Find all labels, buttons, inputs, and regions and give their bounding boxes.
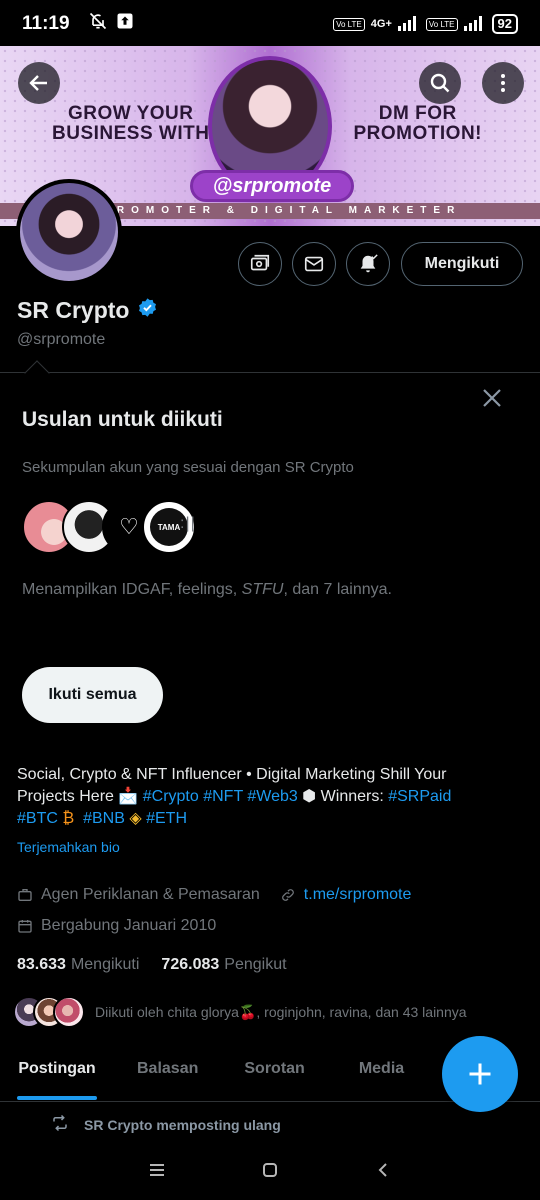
back-nav-icon[interactable] <box>374 1161 392 1184</box>
profile-name: SR Crypto <box>17 297 130 323</box>
tab-media[interactable]: Media <box>359 1046 404 1102</box>
banner-right-line1: DM FOR <box>378 103 457 124</box>
calendar-icon <box>17 918 33 934</box>
home-icon[interactable] <box>261 1161 279 1184</box>
profile-avatar[interactable] <box>16 179 122 285</box>
suggestions-caret <box>24 360 50 386</box>
hashtag-link[interactable]: #Web3 <box>247 788 297 805</box>
system-navigation-bar <box>0 1144 540 1200</box>
active-tab-indicator <box>17 1096 97 1100</box>
close-icon <box>483 389 501 407</box>
following-count: 83.633 <box>17 956 66 973</box>
tab-label: Balasan <box>137 1060 199 1077</box>
suggested-accounts-avatars[interactable]: ♡ TAMA <box>22 500 196 554</box>
followers-label: Pengikut <box>224 956 287 973</box>
banner-right-text: DM FOR PROMOTION! <box>354 104 483 144</box>
profile-meta-row: Agen Periklanan & Pemasaran t.me/srpromo… <box>17 886 411 904</box>
tab-balasan[interactable]: Balasan <box>137 1046 198 1102</box>
suggestions-top-divider <box>0 372 540 373</box>
profile-stats: 83.633 Mengikuti 726.083 Pengikut <box>17 956 287 974</box>
more-options-button[interactable] <box>482 62 524 104</box>
hashtag-link[interactable]: #NFT <box>203 788 243 805</box>
message-button[interactable] <box>292 242 336 286</box>
suggested-avatars-overflow: :|| <box>180 515 196 532</box>
hashtag-link[interactable]: #ETH <box>146 810 187 827</box>
banner-right-line2: PROMOTION! <box>353 123 482 144</box>
banner-handle-tag: @srpromote <box>190 170 354 202</box>
profile-category: Agen Periklanan & Pemasaran <box>41 886 260 903</box>
banner-left-text: GROW YOUR BUSINESS WITH <box>52 104 209 144</box>
search-icon <box>430 73 450 93</box>
followed-by-text: Diikuti oleh chita glorya🍒, roginjohn, r… <box>95 1003 467 1020</box>
more-vertical-icon <box>501 74 505 92</box>
subscribe-button[interactable] <box>238 242 282 286</box>
follow-all-button[interactable]: Ikuti semua <box>22 667 163 723</box>
hashtag-link[interactable]: #BNB <box>83 810 125 827</box>
translate-bio-link[interactable]: Terjemahkan bio <box>17 839 120 855</box>
arrow-left-icon <box>29 75 47 91</box>
followers-count-link[interactable]: 726.083 Pengikut <box>161 956 286 974</box>
hashtag-link[interactable]: #BTC <box>17 810 58 827</box>
bio-text: ⬢ Winners: <box>297 788 389 805</box>
status-bar: 11:19 Vo LTE 4G+ Vo LTE 92 <box>0 0 540 48</box>
suggestions-title: Usulan untuk diikuti <box>22 408 223 431</box>
repost-indicator: SR Crypto memposting ulang <box>50 1114 281 1135</box>
upload-icon <box>116 12 134 36</box>
suggested-name-italic: STFU <box>241 581 284 598</box>
suggested-accounts-names: Menampilkan IDGAF, feelings, STFU, dan 7… <box>22 581 392 599</box>
profile-website-link[interactable]: t.me/srpromote <box>304 886 412 904</box>
close-suggestions-button[interactable] <box>478 386 506 414</box>
suggested-names-prefix: Menampilkan IDGAF, feelings, <box>22 581 242 598</box>
profile-name-row: SR Crypto <box>17 297 158 324</box>
profile-bio: Social, Crypto & NFT Influencer • Digita… <box>17 764 497 830</box>
signal-icon <box>397 15 420 34</box>
bitcoin-icon: ₿ <box>62 810 75 827</box>
network-type: 4G+ <box>370 18 392 30</box>
volte-icon-2: Vo LTE <box>425 17 458 31</box>
bell-check-icon <box>360 254 378 273</box>
compose-post-button[interactable] <box>442 1036 518 1112</box>
menu-icon[interactable] <box>148 1162 166 1183</box>
hashtag-link[interactable]: #SRPaid <box>388 788 451 805</box>
envelope-icon <box>304 256 324 272</box>
mute-notifications-icon <box>88 11 108 37</box>
following-button[interactable]: Mengikuti <box>401 242 523 286</box>
suggested-names-suffix: , dan 7 lainnya. <box>283 581 392 598</box>
link-icon <box>280 887 296 903</box>
tab-label: Media <box>358 1060 405 1077</box>
volte-icon: Vo LTE <box>333 17 365 31</box>
plus-icon <box>469 1063 491 1085</box>
banner-left-line2: BUSINESS WITH <box>52 123 210 144</box>
money-icon <box>250 254 270 271</box>
profile-handle: @srpromote <box>17 331 106 348</box>
tab-sorotan[interactable]: Sorotan <box>244 1046 304 1102</box>
repost-text: SR Crypto memposting ulang <box>84 1116 281 1133</box>
hashtag-link[interactable]: #Crypto <box>143 788 199 805</box>
repost-icon <box>50 1114 70 1135</box>
suggestions-subtitle: Sekumpulan akun yang sesuai dengan SR Cr… <box>22 459 354 476</box>
status-time: 11:19 <box>22 13 70 34</box>
follower-avatar <box>53 996 85 1028</box>
heart-icon: ♡ <box>119 514 139 539</box>
profile-joined-row: Bergabung Januari 2010 <box>17 917 216 935</box>
followed-by-row[interactable]: Diikuti oleh chita glorya🍒, roginjohn, r… <box>13 996 467 1028</box>
battery-indicator: 92 <box>491 14 518 34</box>
verified-badge-icon <box>137 297 158 324</box>
back-button[interactable] <box>18 62 60 104</box>
profile-joined-date: Bergabung Januari 2010 <box>41 917 217 934</box>
following-count-link[interactable]: 83.633 Mengikuti <box>17 956 139 974</box>
notifications-button[interactable] <box>346 242 390 286</box>
tab-label: Postingan <box>18 1060 96 1077</box>
tab-postingan[interactable]: Postingan <box>17 1046 97 1102</box>
bnb-icon: ◈ <box>129 810 142 827</box>
briefcase-icon <box>17 887 33 903</box>
tab-label: Sorotan <box>244 1060 305 1077</box>
banner-left-line1: GROW YOUR <box>67 103 194 124</box>
search-button[interactable] <box>419 62 461 104</box>
following-label: Mengikuti <box>70 956 140 973</box>
followers-count: 726.083 <box>161 956 220 973</box>
signal-icon-2 <box>463 15 486 34</box>
